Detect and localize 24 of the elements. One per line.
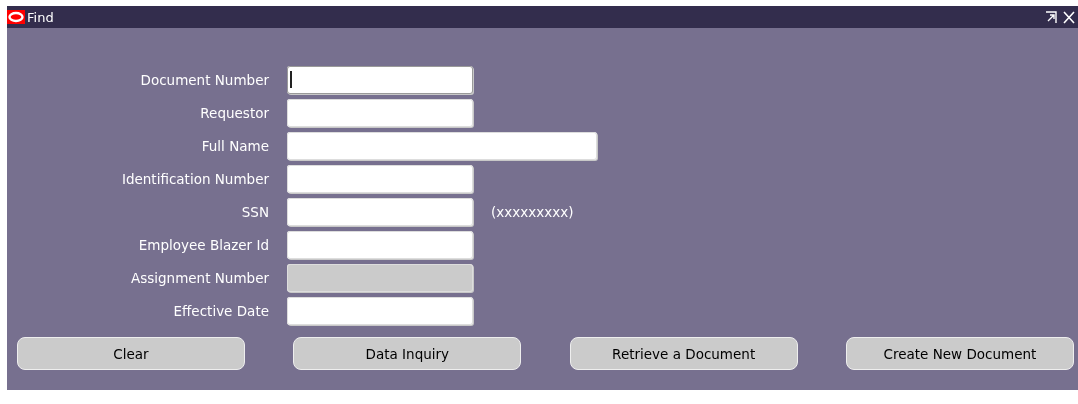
field-label: Requestor [199, 105, 270, 121]
close-icon[interactable] [1063, 10, 1075, 24]
input-field[interactable] [287, 66, 473, 94]
field-label: Effective Date [172, 303, 270, 319]
restore-icon[interactable] [1045, 10, 1058, 24]
field-label: Full Name [200, 138, 270, 154]
window-title: Find [27, 9, 55, 25]
field-label: Document Number [139, 72, 270, 88]
field-label: Identification Number [120, 171, 270, 187]
action-button[interactable]: Clear [17, 337, 245, 370]
field-label: Assignment Number [130, 270, 270, 286]
action-button[interactable]: Retrieve a Document [569, 337, 798, 370]
input-field[interactable] [287, 165, 473, 193]
input-field[interactable] [287, 198, 473, 226]
ring-logo-icon [7, 10, 25, 24]
input-field[interactable] [287, 132, 597, 160]
input-field[interactable] [287, 231, 473, 259]
field-label: SSN [240, 204, 270, 220]
action-button[interactable]: Data Inquiry [293, 337, 522, 370]
action-button[interactable]: Create New Document [846, 337, 1074, 370]
input-field[interactable] [287, 297, 473, 325]
input-field[interactable] [287, 99, 473, 127]
format-hint: (xxxxxxxxx) [491, 204, 574, 220]
field-label: Employee Blazer Id [137, 237, 270, 253]
